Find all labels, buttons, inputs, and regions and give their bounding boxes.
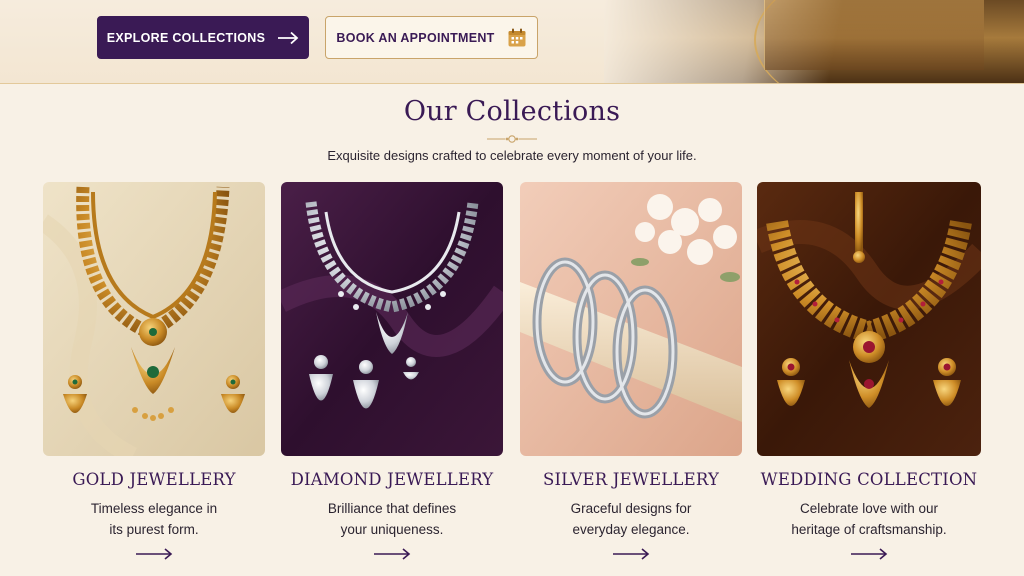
card-description-line: Timeless elegance in <box>90 501 218 516</box>
card-description: Celebrate love with our heritage of craf… <box>757 498 981 540</box>
card-title: GOLD JEWELLERY <box>72 470 236 489</box>
card-title: WEDDING COLLECTION <box>760 470 978 489</box>
diamond-jewellery-image[interactable] <box>281 182 503 456</box>
card-description-line: Brilliance that defines <box>327 501 457 516</box>
arrow-right-icon[interactable] <box>373 546 411 560</box>
arrow-right-icon[interactable] <box>135 546 173 560</box>
explore-collections-label: EXPLORE COLLECTIONS <box>106 30 266 45</box>
card-description-line: your uniqueness. <box>340 522 444 537</box>
card-description: Brilliance that defines your uniqueness. <box>281 498 503 540</box>
silver-jewellery-image[interactable] <box>520 182 742 456</box>
collection-card-wedding[interactable]: WEDDING COLLECTION Celebrate love with o… <box>757 182 981 560</box>
arrow-right-icon <box>277 31 299 45</box>
card-description-line: Celebrate love with our <box>799 501 939 516</box>
book-appointment-button[interactable]: BOOK AN APPOINTMENT <box>325 16 538 59</box>
arrow-right-icon[interactable] <box>612 546 650 560</box>
explore-collections-button[interactable]: EXPLORE COLLECTIONS <box>97 16 309 59</box>
collection-card-silver[interactable]: SILVER JEWELLERY Graceful designs for ev… <box>520 182 742 560</box>
wedding-collection-image[interactable] <box>757 182 981 456</box>
section-title: Our Collections <box>403 96 621 127</box>
card-description: Graceful designs for everyday elegance. <box>520 498 742 540</box>
section-subtitle: Exquisite designs crafted to celebrate e… <box>327 148 697 163</box>
collection-card-gold[interactable]: GOLD JEWELLERY Timeless elegance in its … <box>43 182 265 560</box>
ornament-icon <box>487 130 537 143</box>
hero-strip: EXPLORE COLLECTIONS BOOK AN APPOINTMENT <box>0 0 1024 84</box>
gold-jewellery-image[interactable] <box>43 182 265 456</box>
card-description-line: Graceful designs for <box>570 501 692 516</box>
card-description-line: everyday elegance. <box>572 522 690 537</box>
book-appointment-label: BOOK AN APPOINTMENT <box>336 30 495 45</box>
card-description-line: its purest form. <box>109 522 199 537</box>
card-title: DIAMOND JEWELLERY <box>290 470 494 489</box>
hero-background-image <box>604 0 1024 83</box>
card-description: Timeless elegance in its purest form. <box>43 498 265 540</box>
card-description-line: heritage of craftsmanship. <box>791 522 947 537</box>
arrow-right-icon[interactable] <box>850 546 888 560</box>
collection-card-diamond[interactable]: DIAMOND JEWELLERY Brilliance that define… <box>281 182 503 560</box>
calendar-icon <box>507 28 527 48</box>
card-title: SILVER JEWELLERY <box>542 470 720 489</box>
